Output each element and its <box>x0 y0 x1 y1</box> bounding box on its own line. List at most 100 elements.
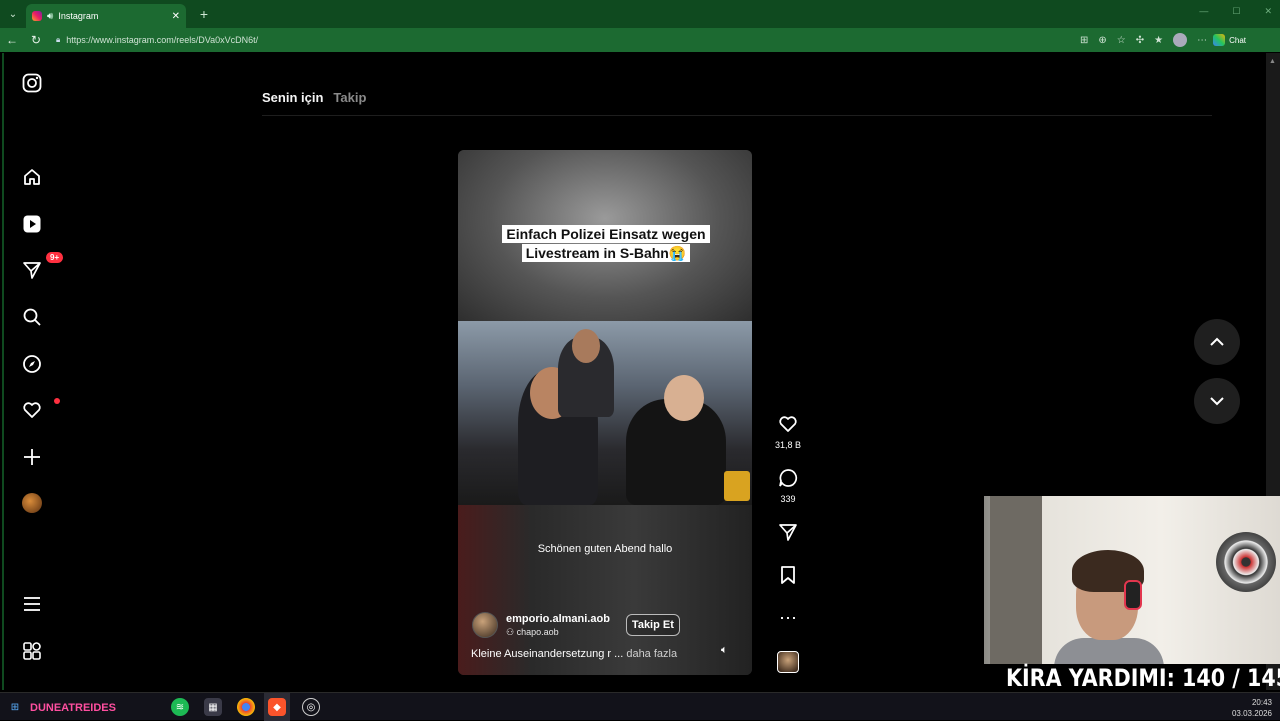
reels-icon[interactable] <box>20 212 44 236</box>
tab-audio-icon[interactable]: 🔊︎ <box>47 11 53 22</box>
author-names: emporio.almani.aob ⚇ chapo.aob <box>506 613 610 638</box>
webcam-body <box>1054 638 1164 664</box>
follow-button[interactable]: Takip Et <box>625 614 680 636</box>
reel-subtitle: Schönen guten Abend hallo <box>537 543 673 555</box>
tab-list-chevron-icon[interactable]: ⌄ <box>0 0 26 28</box>
audio-thumbnail <box>772 651 804 673</box>
notifications-heart-icon[interactable] <box>20 398 60 422</box>
scroll-up-icon[interactable]: ▲ <box>1269 58 1277 66</box>
windows-taskbar: ⊞ DUNEATREIDES ≋ ▦ ◆ ◎ 20:43 03.03.2026 <box>0 692 1280 721</box>
like-action: 31,8 B <box>772 414 804 450</box>
share-action <box>772 522 804 546</box>
address-bar-row: ← ↻ 🔒︎ https://www.instagram.com/reels/D… <box>0 28 1280 52</box>
audio-credit[interactable]: ⚇ chapo.aob <box>506 627 610 638</box>
maximize-icon[interactable]: ☐ <box>1232 6 1240 17</box>
webcam-headset <box>1124 580 1142 610</box>
browser-tab-instagram[interactable]: 🔊︎ Instagram ✕ <box>26 4 186 28</box>
instagram-sidebar: 9+ <box>6 53 64 690</box>
like-count: 31,8 B <box>774 440 802 450</box>
copilot-icon <box>1213 34 1226 46</box>
window-close-icon[interactable]: ✕ <box>1264 6 1272 17</box>
app-available-icon[interactable]: ⊞ <box>1080 35 1088 46</box>
window-controls: — ☐ ✕ <box>1199 6 1272 17</box>
spotify-icon[interactable]: ≋ <box>171 698 189 716</box>
streamer-name-tag: DUNEATREIDES <box>30 702 116 714</box>
more-menu-icon[interactable]: ⋯ <box>1197 35 1207 46</box>
messages-icon[interactable]: 9+ <box>20 252 64 282</box>
like-heart-icon[interactable] <box>772 414 804 438</box>
rent-support-counter: KİRA YARDIMI: 140 / 145 <box>1006 663 1280 692</box>
reel-video-frame <box>458 321 752 505</box>
comment-action: 339 <box>772 468 804 504</box>
webcam-door <box>990 496 1042 664</box>
notification-badge: 9+ <box>46 252 64 263</box>
address-bar-icons: ⊞ ⊕ ☆ ✣ ★ ⋯ <box>1080 33 1207 47</box>
brave-icon[interactable]: ◆ <box>268 698 286 716</box>
copilot-chat-button[interactable]: Chat <box>1213 34 1246 46</box>
show-more-link[interactable]: daha fazla <box>626 648 677 660</box>
new-tab-button[interactable]: + <box>192 6 216 22</box>
also-from-meta-icon[interactable] <box>20 639 44 663</box>
tab-title: Instagram <box>58 11 99 21</box>
author-avatar[interactable] <box>472 612 498 638</box>
obs-icon[interactable]: ◎ <box>302 698 320 716</box>
person-standing-face <box>572 329 600 363</box>
minimize-icon[interactable]: — <box>1199 6 1208 17</box>
explore-compass-icon[interactable] <box>20 352 44 376</box>
back-arrow-icon[interactable]: ← <box>0 33 24 47</box>
profile-avatar-image <box>22 493 42 513</box>
more-dots-icon[interactable]: ⋯ <box>772 608 804 628</box>
create-plus-icon[interactable] <box>20 445 44 469</box>
browser-tab-bar: ⌄ 🔊︎ Instagram ✕ + — ☐ ✕ <box>0 0 1280 28</box>
streamer-webcam <box>984 496 1280 664</box>
volume-icon[interactable]: 🔈︎ <box>721 644 728 657</box>
notification-dot <box>54 398 60 404</box>
system-clock[interactable]: 20:43 03.03.2026 <box>1232 697 1272 719</box>
tabs-divider <box>262 115 1212 116</box>
reload-icon[interactable]: ↻ <box>24 33 48 47</box>
chat-label: Chat <box>1229 35 1247 45</box>
reels-feed-tabs: Senin için Takip <box>262 90 366 105</box>
overlay-title-line2: Livestream in S-Bahn😭 <box>521 244 691 262</box>
channel-logo-sticker <box>724 471 750 501</box>
next-reel-button[interactable] <box>1194 378 1240 424</box>
bookmark-icon[interactable] <box>772 565 804 589</box>
calculator-icon[interactable]: ▦ <box>204 698 222 716</box>
author-username[interactable]: emporio.almani.aob <box>506 613 610 625</box>
comment-bubble-icon[interactable] <box>772 468 804 492</box>
zoom-icon[interactable]: ⊕ <box>1098 35 1106 46</box>
person-right-face <box>664 375 704 421</box>
overlay-title-line1: Einfach Polizei Einsatz wegen <box>502 225 710 243</box>
original-audio-thumbnail[interactable] <box>777 651 799 673</box>
extensions-icon[interactable]: ✣ <box>1136 35 1144 46</box>
comment-count: 339 <box>780 494 796 504</box>
webcam-dartboard <box>1216 532 1276 592</box>
tab-following[interactable]: Takip <box>333 90 366 105</box>
search-icon[interactable] <box>20 305 44 329</box>
chevron-up-icon <box>1210 337 1224 346</box>
tab-close-icon[interactable]: ✕ <box>172 11 180 22</box>
chrome-icon[interactable] <box>237 698 255 716</box>
favorites-icon[interactable]: ★ <box>1154 35 1163 46</box>
lock-icon[interactable]: 🔒︎ <box>56 35 60 45</box>
reel-description: Kleine Auseinandersetzung r ... daha faz… <box>471 648 677 660</box>
audio-credit-name: chapo.aob <box>516 626 559 637</box>
reel-video-player[interactable]: Einfach Polizei Einsatz wegen Livestream… <box>458 150 752 675</box>
more-menu-hamburger-icon[interactable] <box>20 592 44 616</box>
share-paper-plane-icon[interactable] <box>772 522 804 546</box>
save-action <box>772 565 804 589</box>
reel-overlay-title: Einfach Polizei Einsatz wegen Livestream… <box>493 225 719 263</box>
tab-for-you[interactable]: Senin için <box>262 90 323 105</box>
description-text: Kleine Auseinandersetzung r ... <box>471 648 624 660</box>
profile-avatar[interactable] <box>1173 33 1188 47</box>
home-icon[interactable] <box>20 165 44 189</box>
favorite-star-icon[interactable]: ☆ <box>1117 35 1126 46</box>
previous-reel-button[interactable] <box>1194 319 1240 365</box>
url-text: https://www.instagram.com/reels/DVa0xVcD… <box>66 35 259 45</box>
profile-avatar[interactable] <box>20 491 44 515</box>
start-windows-icon[interactable]: ⊞ <box>6 698 24 716</box>
instagram-logo-icon[interactable] <box>20 71 44 95</box>
reel-author-row: emporio.almani.aob ⚇ chapo.aob Takip Et <box>472 612 680 638</box>
url-field[interactable]: 🔒︎ https://www.instagram.com/reels/DVa0x… <box>52 31 1072 49</box>
chevron-down-icon <box>1210 397 1224 406</box>
